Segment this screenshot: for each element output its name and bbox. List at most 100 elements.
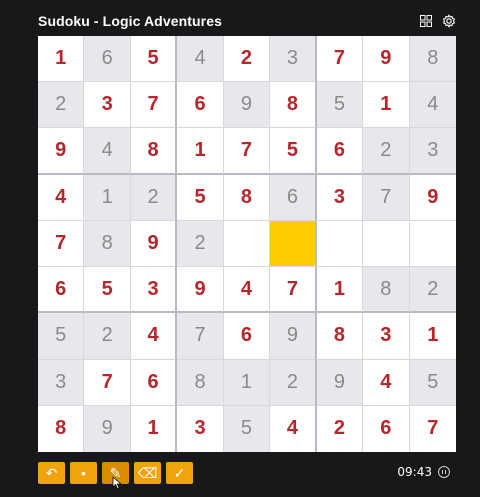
sudoku-cell[interactable]: 4 xyxy=(84,128,131,175)
settings-gear-icon[interactable] xyxy=(442,14,456,28)
sudoku-cell[interactable]: 2 xyxy=(177,220,224,268)
sudoku-cell[interactable]: 4 xyxy=(409,82,456,129)
sudoku-cell[interactable] xyxy=(223,220,271,268)
sudoku-app: Sudoku - Logic Adventures 16542379823769… xyxy=(0,0,480,497)
sudoku-cell[interactable]: 9 xyxy=(38,128,85,175)
sudoku-cell[interactable]: 6 xyxy=(84,36,131,83)
sudoku-cell[interactable]: 3 xyxy=(84,82,131,129)
sudoku-cell[interactable]: 9 xyxy=(316,359,364,406)
sudoku-cell[interactable]: 9 xyxy=(177,267,224,314)
sudoku-cell[interactable]: 2 xyxy=(270,359,317,406)
sudoku-cell[interactable]: 2 xyxy=(223,36,271,83)
sudoku-cell[interactable]: 3 xyxy=(130,267,178,314)
sudoku-cell[interactable] xyxy=(409,220,456,268)
sudoku-cell[interactable]: 8 xyxy=(38,405,85,452)
sudoku-cell[interactable]: 2 xyxy=(84,313,131,360)
sudoku-cell[interactable]: 1 xyxy=(409,313,456,360)
header: Sudoku - Logic Adventures xyxy=(38,8,456,34)
sudoku-cell[interactable]: 4 xyxy=(130,313,178,360)
grid-menu-icon[interactable] xyxy=(419,14,433,28)
sudoku-cell[interactable]: 9 xyxy=(363,36,410,83)
sudoku-cell[interactable]: 5 xyxy=(223,405,271,452)
sudoku-cell[interactable]: 3 xyxy=(316,174,364,221)
sudoku-cell[interactable]: 9 xyxy=(130,220,178,268)
sudoku-cell[interactable]: 5 xyxy=(177,174,224,221)
eraser-icon: ⌫ xyxy=(137,465,158,481)
sudoku-cell[interactable]: 5 xyxy=(130,36,178,83)
sudoku-cell[interactable]: 7 xyxy=(84,359,131,406)
sudoku-cell[interactable]: 2 xyxy=(130,174,178,221)
sudoku-cell[interactable]: 7 xyxy=(316,36,364,83)
sudoku-cell[interactable]: 6 xyxy=(130,359,178,406)
sudoku-cell[interactable]: 7 xyxy=(38,220,85,268)
sudoku-cell[interactable]: 7 xyxy=(177,313,224,360)
sudoku-cell[interactable]: 7 xyxy=(130,82,178,129)
header-actions xyxy=(419,14,456,28)
sudoku-cell[interactable]: 8 xyxy=(177,359,224,406)
sudoku-cell[interactable]: 6 xyxy=(316,128,364,175)
sudoku-cell[interactable]: 5 xyxy=(316,82,364,129)
sudoku-board: 1654237982376985149481756234125863797892… xyxy=(38,36,456,452)
undo-button[interactable]: ↶ xyxy=(38,462,65,484)
sudoku-cell[interactable]: 6 xyxy=(223,313,271,360)
sudoku-cell[interactable]: 1 xyxy=(84,174,131,221)
sudoku-cell[interactable]: 8 xyxy=(270,82,317,129)
sudoku-cell[interactable]: 7 xyxy=(270,267,317,314)
status-area: 09:43 xyxy=(397,465,450,479)
sudoku-cell[interactable]: 1 xyxy=(316,267,364,314)
sudoku-cell[interactable]: 2 xyxy=(38,82,85,129)
check-icon: ✓ xyxy=(173,465,186,481)
app-title: Sudoku - Logic Adventures xyxy=(38,13,222,29)
sudoku-cell[interactable]: 4 xyxy=(38,174,85,221)
sudoku-cell[interactable]: 1 xyxy=(130,405,178,452)
sudoku-cell[interactable]: 2 xyxy=(363,128,410,175)
sudoku-cell[interactable]: 3 xyxy=(38,359,85,406)
sudoku-cell[interactable]: 9 xyxy=(84,405,131,452)
sudoku-cell[interactable]: 6 xyxy=(270,174,317,221)
sudoku-cell[interactable]: 6 xyxy=(177,82,224,129)
sudoku-cell[interactable]: 4 xyxy=(177,36,224,83)
sudoku-cell[interactable]: 4 xyxy=(363,359,410,406)
pause-icon[interactable] xyxy=(438,466,450,478)
sudoku-cell[interactable]: 4 xyxy=(223,267,271,314)
sudoku-cell[interactable]: 2 xyxy=(409,267,456,314)
sudoku-cell[interactable]: 9 xyxy=(409,174,456,221)
notes-button[interactable]: • xyxy=(70,462,97,484)
sudoku-cell[interactable]: 6 xyxy=(363,405,410,452)
sudoku-cell[interactable]: 1 xyxy=(177,128,224,175)
sudoku-cell[interactable]: 8 xyxy=(223,174,271,221)
sudoku-cell[interactable]: 3 xyxy=(270,36,317,83)
sudoku-cell[interactable]: 5 xyxy=(84,267,131,314)
sudoku-cell[interactable] xyxy=(363,220,410,268)
erase-button[interactable]: ⌫ xyxy=(134,462,161,484)
sudoku-cell[interactable]: 9 xyxy=(223,82,271,129)
sudoku-cell[interactable]: 8 xyxy=(363,267,410,314)
sudoku-cell[interactable]: 2 xyxy=(316,405,364,452)
sudoku-cell[interactable]: 3 xyxy=(363,313,410,360)
undo-icon: ↶ xyxy=(45,465,58,481)
sudoku-cell[interactable]: 1 xyxy=(223,359,271,406)
sudoku-cell[interactable] xyxy=(316,220,364,268)
sudoku-cell[interactable]: 9 xyxy=(270,313,317,360)
sudoku-cell[interactable]: 1 xyxy=(363,82,410,129)
sudoku-cell[interactable]: 4 xyxy=(270,405,317,452)
game-timer: 09:43 xyxy=(397,465,432,479)
mouse-cursor-icon xyxy=(112,476,124,495)
sudoku-cell[interactable]: 8 xyxy=(130,128,178,175)
notes-icon: • xyxy=(81,465,86,481)
sudoku-cell[interactable]: 5 xyxy=(270,128,317,175)
check-button[interactable]: ✓ xyxy=(166,462,193,484)
sudoku-cell[interactable]: 5 xyxy=(38,313,85,360)
sudoku-cell[interactable]: 7 xyxy=(363,174,410,221)
sudoku-cell[interactable]: 7 xyxy=(223,128,271,175)
sudoku-cell[interactable]: 8 xyxy=(409,36,456,83)
sudoku-cell[interactable]: 5 xyxy=(409,359,456,406)
sudoku-cell[interactable]: 6 xyxy=(38,267,85,314)
sudoku-cell[interactable]: 8 xyxy=(84,220,131,268)
sudoku-cell[interactable]: 1 xyxy=(38,36,85,83)
selected-cell[interactable] xyxy=(270,220,317,268)
sudoku-cell[interactable]: 7 xyxy=(409,405,456,452)
sudoku-cell[interactable]: 3 xyxy=(409,128,456,175)
sudoku-cell[interactable]: 8 xyxy=(316,313,364,360)
sudoku-cell[interactable]: 3 xyxy=(177,405,224,452)
